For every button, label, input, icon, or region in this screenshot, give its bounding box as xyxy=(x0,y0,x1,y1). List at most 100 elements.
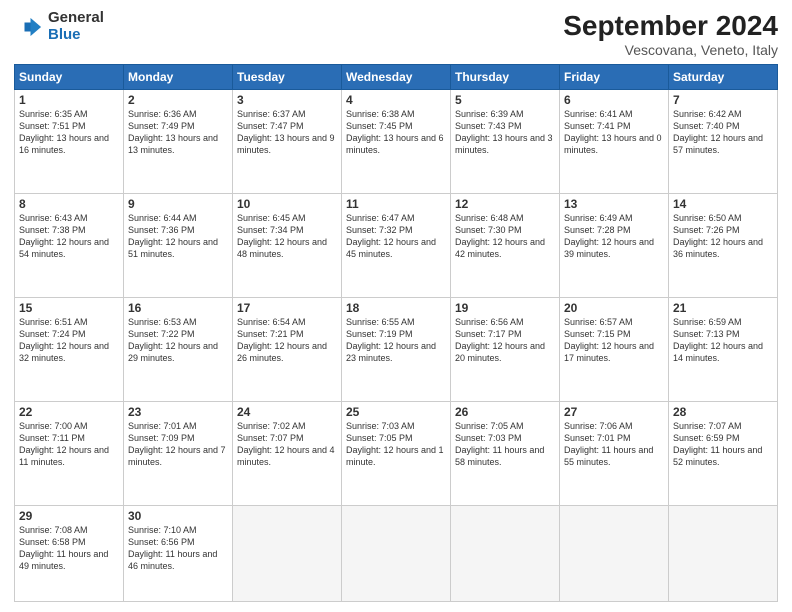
logo: General Blue xyxy=(14,10,104,43)
day-number: 6 xyxy=(564,93,664,107)
day-number: 11 xyxy=(346,197,446,211)
table-row: 30Sunrise: 7:10 AM Sunset: 6:56 PM Dayli… xyxy=(124,505,233,602)
day-info: Sunrise: 6:45 AM Sunset: 7:34 PM Dayligh… xyxy=(237,212,337,261)
day-number: 26 xyxy=(455,405,555,419)
table-row: 3Sunrise: 6:37 AM Sunset: 7:47 PM Daylig… xyxy=(233,90,342,194)
day-info: Sunrise: 6:42 AM Sunset: 7:40 PM Dayligh… xyxy=(673,108,773,157)
day-info: Sunrise: 6:59 AM Sunset: 7:13 PM Dayligh… xyxy=(673,316,773,365)
day-number: 12 xyxy=(455,197,555,211)
day-info: Sunrise: 6:41 AM Sunset: 7:41 PM Dayligh… xyxy=(564,108,664,157)
day-info: Sunrise: 6:35 AM Sunset: 7:51 PM Dayligh… xyxy=(19,108,119,157)
day-number: 7 xyxy=(673,93,773,107)
day-number: 14 xyxy=(673,197,773,211)
col-wednesday: Wednesday xyxy=(342,65,451,90)
day-info: Sunrise: 6:57 AM Sunset: 7:15 PM Dayligh… xyxy=(564,316,664,365)
table-row xyxy=(560,505,669,602)
col-sunday: Sunday xyxy=(15,65,124,90)
calendar: Sunday Monday Tuesday Wednesday Thursday… xyxy=(14,64,778,602)
day-number: 1 xyxy=(19,93,119,107)
day-info: Sunrise: 7:10 AM Sunset: 6:56 PM Dayligh… xyxy=(128,524,228,573)
table-row: 10Sunrise: 6:45 AM Sunset: 7:34 PM Dayli… xyxy=(233,193,342,297)
table-row: 7Sunrise: 6:42 AM Sunset: 7:40 PM Daylig… xyxy=(669,90,778,194)
table-row: 1Sunrise: 6:35 AM Sunset: 7:51 PM Daylig… xyxy=(15,90,124,194)
day-number: 13 xyxy=(564,197,664,211)
table-row: 16Sunrise: 6:53 AM Sunset: 7:22 PM Dayli… xyxy=(124,297,233,401)
day-info: Sunrise: 7:01 AM Sunset: 7:09 PM Dayligh… xyxy=(128,420,228,469)
day-info: Sunrise: 6:44 AM Sunset: 7:36 PM Dayligh… xyxy=(128,212,228,261)
table-row: 12Sunrise: 6:48 AM Sunset: 7:30 PM Dayli… xyxy=(451,193,560,297)
table-row: 8Sunrise: 6:43 AM Sunset: 7:38 PM Daylig… xyxy=(15,193,124,297)
table-row: 19Sunrise: 6:56 AM Sunset: 7:17 PM Dayli… xyxy=(451,297,560,401)
table-row: 9Sunrise: 6:44 AM Sunset: 7:36 PM Daylig… xyxy=(124,193,233,297)
table-row xyxy=(669,505,778,602)
day-info: Sunrise: 6:37 AM Sunset: 7:47 PM Dayligh… xyxy=(237,108,337,157)
day-info: Sunrise: 6:56 AM Sunset: 7:17 PM Dayligh… xyxy=(455,316,555,365)
day-number: 10 xyxy=(237,197,337,211)
day-info: Sunrise: 7:07 AM Sunset: 6:59 PM Dayligh… xyxy=(673,420,773,469)
col-tuesday: Tuesday xyxy=(233,65,342,90)
header-row: Sunday Monday Tuesday Wednesday Thursday… xyxy=(15,65,778,90)
day-number: 19 xyxy=(455,301,555,315)
day-number: 18 xyxy=(346,301,446,315)
day-number: 30 xyxy=(128,509,228,523)
table-row: 17Sunrise: 6:54 AM Sunset: 7:21 PM Dayli… xyxy=(233,297,342,401)
col-friday: Friday xyxy=(560,65,669,90)
day-info: Sunrise: 6:43 AM Sunset: 7:38 PM Dayligh… xyxy=(19,212,119,261)
day-number: 9 xyxy=(128,197,228,211)
table-row: 24Sunrise: 7:02 AM Sunset: 7:07 PM Dayli… xyxy=(233,401,342,505)
col-monday: Monday xyxy=(124,65,233,90)
table-row: 22Sunrise: 7:00 AM Sunset: 7:11 PM Dayli… xyxy=(15,401,124,505)
table-row xyxy=(342,505,451,602)
table-row: 5Sunrise: 6:39 AM Sunset: 7:43 PM Daylig… xyxy=(451,90,560,194)
day-number: 4 xyxy=(346,93,446,107)
day-info: Sunrise: 6:50 AM Sunset: 7:26 PM Dayligh… xyxy=(673,212,773,261)
day-number: 22 xyxy=(19,405,119,419)
table-row: 14Sunrise: 6:50 AM Sunset: 7:26 PM Dayli… xyxy=(669,193,778,297)
day-info: Sunrise: 7:05 AM Sunset: 7:03 PM Dayligh… xyxy=(455,420,555,469)
day-info: Sunrise: 7:02 AM Sunset: 7:07 PM Dayligh… xyxy=(237,420,337,469)
day-number: 29 xyxy=(19,509,119,523)
day-info: Sunrise: 7:06 AM Sunset: 7:01 PM Dayligh… xyxy=(564,420,664,469)
day-info: Sunrise: 6:47 AM Sunset: 7:32 PM Dayligh… xyxy=(346,212,446,261)
day-number: 17 xyxy=(237,301,337,315)
table-row: 4Sunrise: 6:38 AM Sunset: 7:45 PM Daylig… xyxy=(342,90,451,194)
day-number: 25 xyxy=(346,405,446,419)
table-row xyxy=(233,505,342,602)
day-info: Sunrise: 6:49 AM Sunset: 7:28 PM Dayligh… xyxy=(564,212,664,261)
logo-general: General xyxy=(48,10,104,27)
table-row: 29Sunrise: 7:08 AM Sunset: 6:58 PM Dayli… xyxy=(15,505,124,602)
day-info: Sunrise: 6:54 AM Sunset: 7:21 PM Dayligh… xyxy=(237,316,337,365)
table-row: 21Sunrise: 6:59 AM Sunset: 7:13 PM Dayli… xyxy=(669,297,778,401)
day-number: 21 xyxy=(673,301,773,315)
day-number: 15 xyxy=(19,301,119,315)
day-info: Sunrise: 6:36 AM Sunset: 7:49 PM Dayligh… xyxy=(128,108,228,157)
day-info: Sunrise: 6:55 AM Sunset: 7:19 PM Dayligh… xyxy=(346,316,446,365)
table-row: 18Sunrise: 6:55 AM Sunset: 7:19 PM Dayli… xyxy=(342,297,451,401)
table-row: 27Sunrise: 7:06 AM Sunset: 7:01 PM Dayli… xyxy=(560,401,669,505)
day-info: Sunrise: 7:03 AM Sunset: 7:05 PM Dayligh… xyxy=(346,420,446,469)
day-number: 3 xyxy=(237,93,337,107)
page: General Blue September 2024 Vescovana, V… xyxy=(0,0,792,612)
table-row: 26Sunrise: 7:05 AM Sunset: 7:03 PM Dayli… xyxy=(451,401,560,505)
day-number: 27 xyxy=(564,405,664,419)
day-info: Sunrise: 6:48 AM Sunset: 7:30 PM Dayligh… xyxy=(455,212,555,261)
day-info: Sunrise: 6:53 AM Sunset: 7:22 PM Dayligh… xyxy=(128,316,228,365)
table-row: 23Sunrise: 7:01 AM Sunset: 7:09 PM Dayli… xyxy=(124,401,233,505)
day-info: Sunrise: 7:00 AM Sunset: 7:11 PM Dayligh… xyxy=(19,420,119,469)
day-number: 5 xyxy=(455,93,555,107)
table-row: 15Sunrise: 6:51 AM Sunset: 7:24 PM Dayli… xyxy=(15,297,124,401)
table-row: 20Sunrise: 6:57 AM Sunset: 7:15 PM Dayli… xyxy=(560,297,669,401)
day-info: Sunrise: 6:38 AM Sunset: 7:45 PM Dayligh… xyxy=(346,108,446,157)
day-number: 16 xyxy=(128,301,228,315)
table-row: 13Sunrise: 6:49 AM Sunset: 7:28 PM Dayli… xyxy=(560,193,669,297)
day-number: 23 xyxy=(128,405,228,419)
day-number: 2 xyxy=(128,93,228,107)
table-row: 11Sunrise: 6:47 AM Sunset: 7:32 PM Dayli… xyxy=(342,193,451,297)
day-number: 28 xyxy=(673,405,773,419)
day-number: 24 xyxy=(237,405,337,419)
day-number: 20 xyxy=(564,301,664,315)
day-info: Sunrise: 6:39 AM Sunset: 7:43 PM Dayligh… xyxy=(455,108,555,157)
logo-blue: Blue xyxy=(48,27,104,44)
table-row: 6Sunrise: 6:41 AM Sunset: 7:41 PM Daylig… xyxy=(560,90,669,194)
title-location: Vescovana, Veneto, Italy xyxy=(563,42,778,58)
